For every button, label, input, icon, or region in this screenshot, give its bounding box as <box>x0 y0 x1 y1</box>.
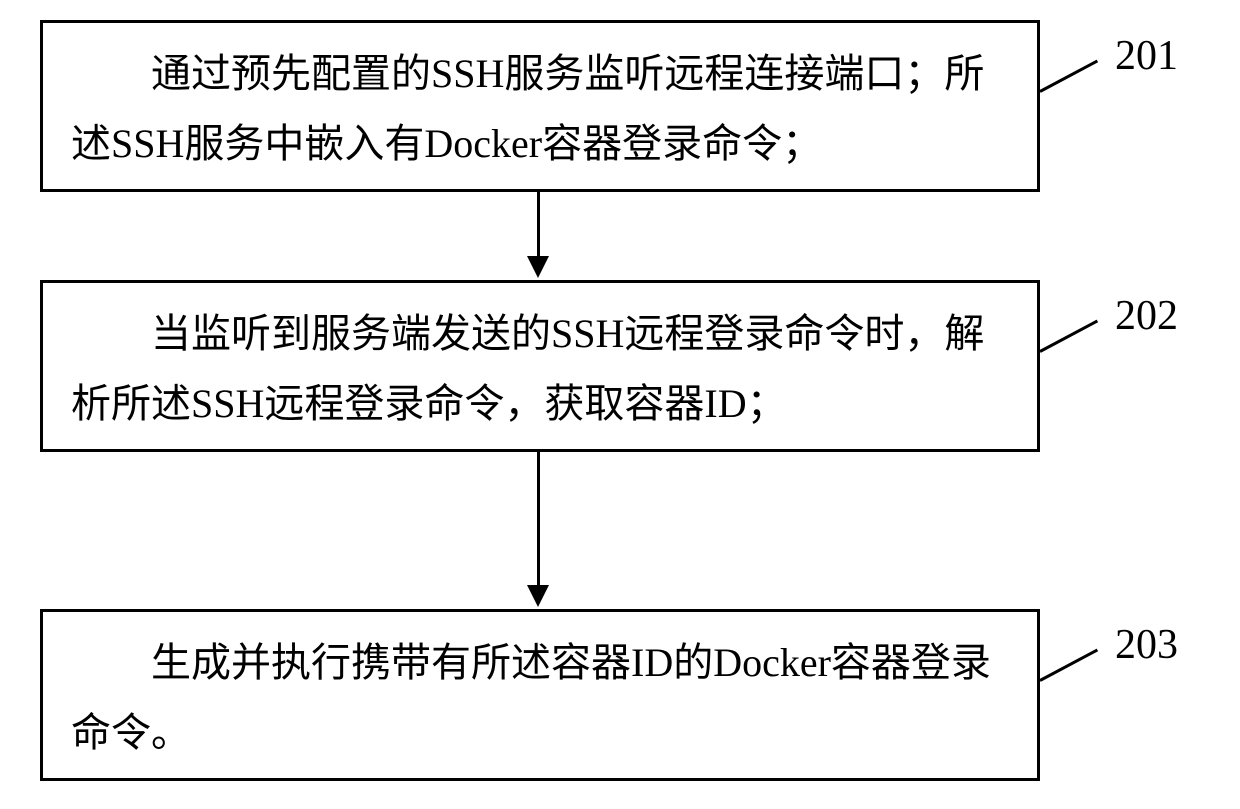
step-label-203: 203 <box>1115 621 1178 669</box>
leader-line-203 <box>1039 649 1098 682</box>
leader-line-202 <box>1039 320 1098 353</box>
flow-node-203: 生成并执行携带有所述容器ID的Docker容器登录命令。 <box>40 609 1040 781</box>
step-label-202: 202 <box>1115 292 1178 340</box>
flow-node-202-text: 当监听到服务端发送的SSH远程登录命令时，解析所述SSH远程登录命令，获取容器I… <box>71 299 1009 439</box>
arrow-201-202-head <box>527 256 549 278</box>
flow-node-203-text: 生成并执行携带有所述容器ID的Docker容器登录命令。 <box>71 628 1009 768</box>
flow-node-202: 当监听到服务端发送的SSH远程登录命令时，解析所述SSH远程登录命令，获取容器I… <box>40 280 1040 452</box>
flow-node-201: 通过预先配置的SSH服务监听远程连接端口；所述SSH服务中嵌入有Docker容器… <box>40 20 1040 192</box>
arrow-202-203-line <box>537 452 540 587</box>
arrow-201-202-line <box>537 192 540 258</box>
arrow-202-203-head <box>527 585 549 607</box>
flow-node-201-text: 通过预先配置的SSH服务监听远程连接端口；所述SSH服务中嵌入有Docker容器… <box>71 39 1009 179</box>
leader-line-201 <box>1039 60 1098 93</box>
flowchart-canvas: 通过预先配置的SSH服务监听远程连接端口；所述SSH服务中嵌入有Docker容器… <box>0 0 1240 809</box>
step-label-201: 201 <box>1115 32 1178 80</box>
